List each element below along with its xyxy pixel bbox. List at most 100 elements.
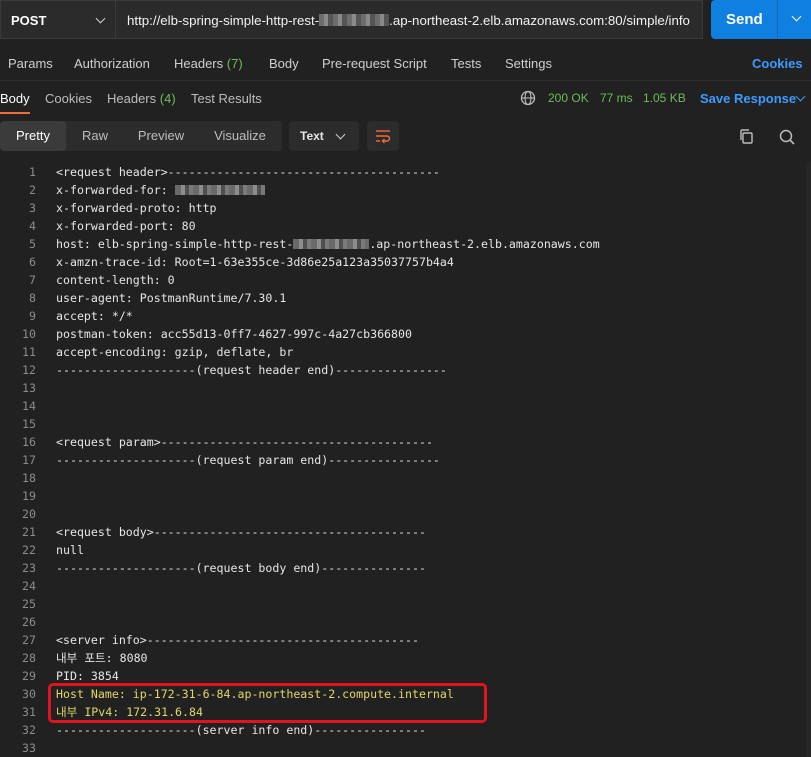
line-number: 9 bbox=[29, 309, 36, 323]
code-line: 14 bbox=[0, 397, 811, 415]
copy-icon[interactable] bbox=[736, 126, 758, 148]
line-text: --------------------(request param end)-… bbox=[56, 451, 440, 469]
resp-tab-test-results[interactable]: Test Results bbox=[191, 91, 262, 106]
request-url-bar: POST http://elb-spring-simple-http-rest-… bbox=[0, 0, 811, 40]
chevron-down-icon[interactable] bbox=[791, 11, 802, 22]
code-line: 12 --------------------(request header en… bbox=[0, 361, 811, 379]
line-text: x-forwarded-proto: http bbox=[56, 199, 217, 217]
url-prefix: http://elb-spring-simple-http-rest- bbox=[127, 13, 320, 28]
line-text-part: <request body>--------------------------… bbox=[56, 525, 426, 539]
line-text: x-forwarded-port: 80 bbox=[56, 217, 196, 235]
line-text-part: null bbox=[56, 543, 84, 557]
tab-headers-label: Headers bbox=[174, 56, 224, 71]
view-mode-segmented: Pretty Raw Preview Visualize bbox=[0, 121, 282, 151]
url-input[interactable]: http://elb-spring-simple-http-rest- .ap-n… bbox=[115, 0, 703, 39]
tab-params[interactable]: Params bbox=[8, 56, 53, 71]
resp-tab-cookies[interactable]: Cookies bbox=[45, 91, 92, 106]
line-text-part: --------------------(request header end)… bbox=[56, 363, 447, 377]
line-text: x-amzn-trace-id: Root=1-63e355ce-3d86e25… bbox=[56, 253, 454, 271]
line-text-part: host: elb-spring-simple-http-rest- bbox=[56, 237, 294, 251]
code-line: 1 <request header>-----------------------… bbox=[0, 163, 811, 181]
line-number: 13 bbox=[22, 381, 36, 395]
line-number: 22 bbox=[22, 543, 36, 557]
line-number: 8 bbox=[29, 291, 36, 305]
code-line: 24 bbox=[0, 577, 811, 595]
request-tabs: Params Authorization Headers (7) Body Pr… bbox=[0, 48, 811, 78]
tab-settings[interactable]: Settings bbox=[505, 56, 552, 71]
line-text: null bbox=[56, 541, 84, 559]
line-number: 32 bbox=[22, 723, 36, 737]
line-text-part: --------------------(request body end)--… bbox=[56, 561, 426, 575]
save-response-button[interactable]: Save Response bbox=[700, 91, 796, 106]
send-button[interactable]: Send bbox=[711, 0, 811, 39]
search-icon[interactable] bbox=[776, 126, 798, 148]
redacted-block bbox=[319, 14, 390, 26]
send-divider bbox=[777, 0, 778, 39]
url-suffix: .ap-northeast-2.elb.amazonaws.com:80/sim… bbox=[389, 13, 690, 28]
code-line: 33 bbox=[0, 739, 811, 757]
line-number: 14 bbox=[22, 399, 36, 413]
response-body-editor[interactable]: 1 <request header>-----------------------… bbox=[0, 162, 811, 757]
tab-authorization[interactable]: Authorization bbox=[74, 56, 150, 71]
cookies-link[interactable]: Cookies bbox=[752, 56, 803, 71]
line-number: 24 bbox=[22, 579, 36, 593]
line-text: <server info>---------------------------… bbox=[56, 631, 419, 649]
line-text-part: content-length: 0 bbox=[56, 273, 175, 287]
scrollbar[interactable] bbox=[806, 162, 811, 757]
line-text-part: <request param>-------------------------… bbox=[56, 435, 433, 449]
line-text: x-forwarded-for: bbox=[56, 181, 265, 199]
line-text: accept-encoding: gzip, deflate, br bbox=[56, 343, 293, 361]
response-tabs: Body Cookies Headers (4) Test Results 20… bbox=[0, 80, 811, 115]
code-line: 28 내부 포트: 8080 bbox=[0, 649, 811, 667]
view-visualize-button[interactable]: Visualize bbox=[198, 121, 282, 151]
globe-icon[interactable] bbox=[520, 90, 536, 106]
code-line: 7 content-length: 0 bbox=[0, 271, 811, 289]
code-line: 9 accept: */* bbox=[0, 307, 811, 325]
tab-tests[interactable]: Tests bbox=[451, 56, 481, 71]
code-line: 19 bbox=[0, 487, 811, 505]
line-text: --------------------(request body end)--… bbox=[56, 559, 426, 577]
view-pretty-button[interactable]: Pretty bbox=[0, 121, 66, 151]
line-number: 33 bbox=[22, 741, 36, 755]
code-line: 10 postman-token: acc55d13-0ff7-4627-997c… bbox=[0, 325, 811, 343]
line-text-part: accept: */* bbox=[56, 309, 133, 323]
line-text-part: --------------------(server info end)---… bbox=[56, 723, 426, 737]
line-number: 4 bbox=[29, 219, 36, 233]
format-label: Text bbox=[300, 129, 324, 143]
line-number: 3 bbox=[29, 201, 36, 215]
line-number: 16 bbox=[22, 435, 36, 449]
line-text-part: .ap-northeast-2.elb.amazonaws.com bbox=[369, 237, 600, 251]
wrap-lines-button[interactable] bbox=[367, 121, 399, 151]
response-size: 1.05 KB bbox=[643, 91, 686, 105]
code-line: 3 x-forwarded-proto: http bbox=[0, 199, 811, 217]
line-text-part: accept-encoding: gzip, deflate, br bbox=[56, 345, 294, 359]
line-text-part: postman-token: acc55d13-0ff7-4627-997c-4… bbox=[56, 327, 412, 341]
tab-body[interactable]: Body bbox=[269, 56, 299, 71]
line-text: --------------------(request header end)… bbox=[56, 361, 447, 379]
resp-tab-headers[interactable]: Headers (4) bbox=[107, 91, 176, 106]
resp-tab-body[interactable]: Body bbox=[0, 91, 30, 106]
line-number: 17 bbox=[22, 453, 36, 467]
format-select[interactable]: Text bbox=[289, 121, 359, 151]
chevron-down-icon[interactable] bbox=[795, 91, 806, 102]
code-line: 27 <server info>-------------------------… bbox=[0, 631, 811, 649]
line-number: 12 bbox=[22, 363, 36, 377]
view-preview-button[interactable]: Preview bbox=[124, 121, 198, 151]
code-line: 8 user-agent: PostmanRuntime/7.30.1 bbox=[0, 289, 811, 307]
line-number: 21 bbox=[22, 525, 36, 539]
chevron-down-icon bbox=[335, 129, 346, 140]
tab-pre-request-script[interactable]: Pre-request Script bbox=[322, 56, 427, 71]
code-line: 25 bbox=[0, 595, 811, 613]
active-tab-underline bbox=[0, 112, 30, 114]
line-text-part: <server info>---------------------------… bbox=[56, 633, 419, 647]
code-line: 15 bbox=[0, 415, 811, 433]
line-number: 25 bbox=[22, 597, 36, 611]
method-label: POST bbox=[11, 13, 47, 28]
method-select[interactable]: POST bbox=[0, 0, 115, 39]
tab-headers[interactable]: Headers (7) bbox=[174, 56, 243, 71]
chevron-down-icon bbox=[95, 13, 106, 24]
line-text: --------------------(server info end)---… bbox=[56, 721, 426, 739]
view-raw-button[interactable]: Raw bbox=[66, 121, 124, 151]
code-line: 16 <request param>-----------------------… bbox=[0, 433, 811, 451]
tab-headers-count: (7) bbox=[226, 56, 243, 71]
